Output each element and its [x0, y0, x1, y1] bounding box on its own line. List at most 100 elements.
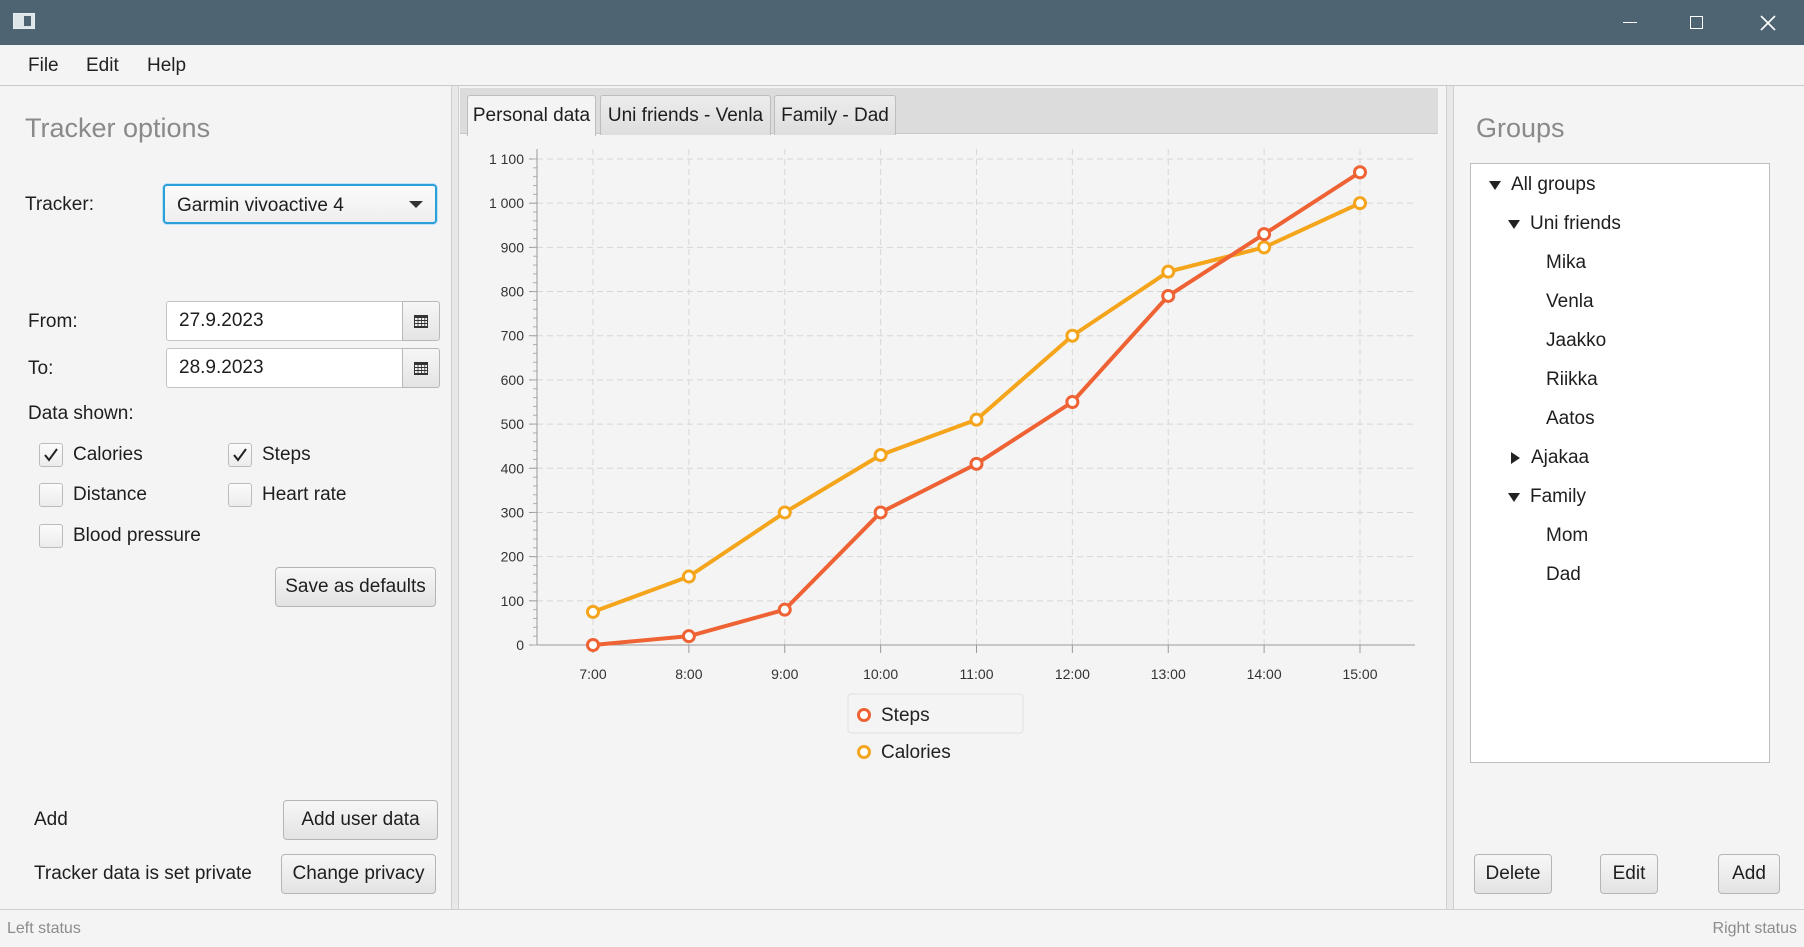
tab-personal-data[interactable]: Personal data — [467, 95, 596, 136]
privacy-status-text: Tracker data is set private — [34, 863, 252, 884]
tracker-options-title: Tracker options — [25, 113, 211, 143]
data-point-calories — [681, 569, 696, 584]
y-tick-label: 0 — [516, 637, 524, 653]
tree-item-label: Riikka — [1546, 369, 1598, 390]
data-point-calories — [873, 448, 888, 463]
data-point-calories — [586, 604, 600, 619]
checkbox-box — [39, 483, 63, 507]
tree-item-venla[interactable]: Venla — [1546, 291, 1594, 313]
tab-uni-friends-venla[interactable]: Uni friends - Venla — [600, 95, 771, 135]
x-tick-label: 7:00 — [579, 666, 606, 682]
calendar-icon — [414, 314, 428, 328]
expand-arrow-icon[interactable] — [1489, 180, 1501, 190]
data-point-calories — [969, 412, 984, 427]
x-tick-label: 8:00 — [675, 666, 702, 682]
add-group-button[interactable]: Add — [1718, 854, 1780, 894]
y-tick-label: 500 — [501, 416, 525, 432]
blood-pressure-checkbox[interactable]: Blood pressure — [39, 524, 201, 548]
to-date-picker: 28.9.2023 — [166, 348, 440, 388]
x-tick-label: 12:00 — [1055, 666, 1090, 682]
tree-item-label: Jaakko — [1546, 330, 1607, 351]
to-date-input[interactable]: 28.9.2023 — [166, 348, 403, 388]
tree-item-mika[interactable]: Mika — [1546, 252, 1586, 274]
data-point-steps — [1065, 395, 1080, 409]
minimize-button[interactable] — [1595, 0, 1665, 45]
checkmark-icon — [44, 448, 58, 462]
data-point-steps — [1257, 227, 1272, 242]
legend-marker-steps — [857, 708, 871, 722]
chart-area: 0 100 200 300 400 500 600 700 800 900 1 000 1 100 7:… — [460, 134, 1438, 909]
delete-group-button[interactable]: Delete — [1474, 854, 1552, 894]
x-tick-label: 14:00 — [1247, 666, 1282, 682]
close-button[interactable] — [1733, 0, 1803, 45]
data-point-calories — [1257, 240, 1272, 255]
data-point-steps — [1161, 288, 1176, 303]
tree-item-label: Mika — [1546, 252, 1587, 273]
legend-label-steps: Steps — [881, 705, 930, 726]
tree-item-dad[interactable]: Dad — [1546, 564, 1581, 586]
distance-checkbox[interactable]: Distance — [39, 483, 147, 507]
tree-item-aatos[interactable]: Aatos — [1546, 408, 1595, 430]
tree-item-label: Mom — [1546, 525, 1589, 546]
from-date-picker: 27.9.2023 — [166, 301, 440, 341]
y-tick-label: 1 000 — [489, 195, 524, 211]
y-tick-label: 700 — [501, 328, 525, 344]
y-tick-label: 900 — [501, 239, 525, 255]
left-status: Left status — [7, 920, 81, 937]
tree-item-ajakaa[interactable]: Ajakaa — [1511, 447, 1589, 469]
from-date-input[interactable]: 27.9.2023 — [166, 301, 403, 341]
save-defaults-button[interactable]: Save as defaults — [275, 567, 436, 607]
tracker-select[interactable]: Garmin vivoactive 4 — [163, 184, 437, 224]
groups-title: Groups — [1476, 113, 1565, 143]
right-status: Right status — [1712, 920, 1797, 937]
calories-checkbox[interactable]: Calories — [39, 443, 143, 467]
app-window-icon — [13, 13, 35, 29]
tree-item-riikka[interactable]: Riikka — [1546, 369, 1598, 391]
data-point-calories — [1065, 328, 1080, 343]
checkbox-box — [39, 443, 63, 467]
tree-item-label: All groups — [1511, 174, 1596, 195]
tree-item-label: Uni friends — [1530, 213, 1621, 234]
legend-marker-calories — [857, 745, 871, 759]
menu-help[interactable]: Help — [147, 55, 186, 77]
tree-item-label: Aatos — [1546, 408, 1595, 429]
tab-family-dad[interactable]: Family - Dad — [774, 95, 896, 135]
expand-arrow-icon[interactable] — [1508, 219, 1520, 229]
legend-box — [847, 693, 1024, 734]
checkbox-box — [39, 524, 63, 548]
data-point-steps — [969, 456, 984, 471]
tree-item-label: Venla — [1546, 291, 1594, 312]
tree-item-mom[interactable]: Mom — [1546, 525, 1588, 547]
data-point-steps — [586, 638, 600, 652]
heart-rate-checkbox[interactable]: Heart rate — [228, 483, 346, 507]
left-split-divider[interactable] — [451, 86, 459, 909]
data-point-steps — [777, 602, 792, 617]
tree-item-jaakko[interactable]: Jaakko — [1546, 330, 1606, 352]
tree-item-all-groups[interactable]: All groups — [1489, 174, 1596, 196]
right-split-divider[interactable] — [1446, 86, 1454, 909]
tracker-select-value: Garmin vivoactive 4 — [177, 195, 344, 216]
edit-group-button[interactable]: Edit — [1600, 854, 1658, 894]
menu-file[interactable]: File — [28, 55, 59, 77]
x-tick-label: 10:00 — [863, 666, 898, 682]
maximize-icon — [1689, 16, 1703, 29]
tree-item-uni-friends[interactable]: Uni friends — [1508, 213, 1621, 235]
from-calendar-button[interactable] — [402, 301, 440, 341]
menu-edit[interactable]: Edit — [86, 55, 119, 77]
change-privacy-button[interactable]: Change privacy — [281, 854, 436, 894]
collapse-arrow-icon[interactable] — [1511, 452, 1520, 464]
tree-item-label: Ajakaa — [1531, 447, 1590, 468]
data-point-calories — [777, 505, 792, 520]
x-tick-label: 13:00 — [1151, 666, 1186, 682]
expand-arrow-icon[interactable] — [1508, 492, 1520, 502]
heart-rate-checkbox-label: Heart rate — [262, 484, 347, 505]
add-user-data-button[interactable]: Add user data — [283, 800, 438, 840]
tree-item-family[interactable]: Family — [1508, 486, 1586, 508]
y-tick-label: 600 — [501, 372, 525, 388]
steps-checkbox[interactable]: Steps — [228, 443, 311, 467]
maximize-button[interactable] — [1661, 0, 1731, 45]
checkbox-box — [228, 443, 252, 467]
data-shown-label: Data shown: — [28, 403, 134, 424]
to-calendar-button[interactable] — [402, 348, 440, 388]
calendar-icon — [414, 361, 428, 375]
